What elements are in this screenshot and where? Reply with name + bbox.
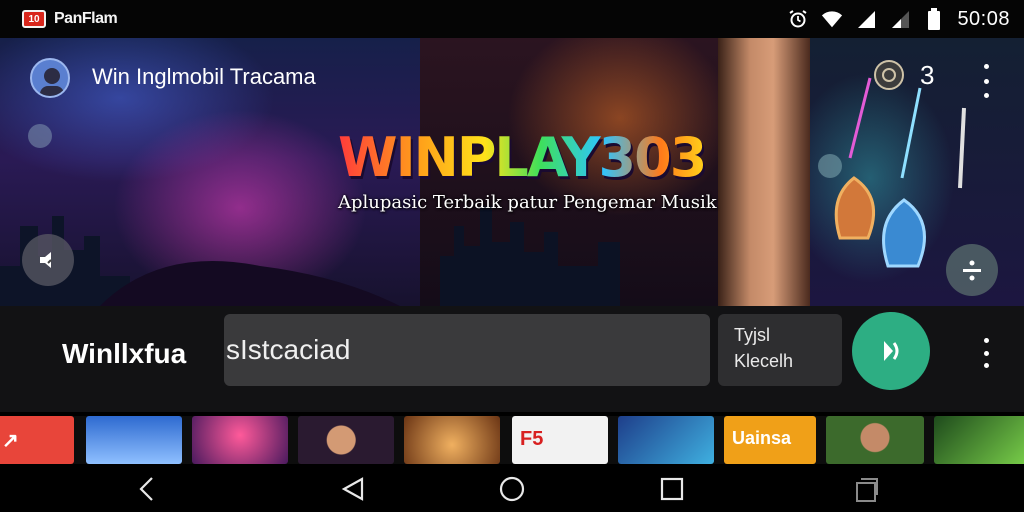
search-input[interactable]: sIstcaciad [224, 314, 710, 386]
back-chevron-icon[interactable] [132, 474, 162, 504]
wifi-icon [821, 8, 843, 30]
thumbnail[interactable]: Uainsa [724, 416, 816, 464]
app-badge-icon: 10 [22, 10, 46, 28]
brand-logo: WINPLAY303 [338, 126, 707, 189]
section-label: Winllxfua [62, 338, 187, 369]
status-time: 50:08 [957, 7, 1010, 30]
signal-weak-icon [889, 8, 911, 30]
thumbnail-label: ↗ [2, 430, 19, 452]
equalizer-button[interactable] [946, 244, 998, 296]
overview-square-icon[interactable] [657, 474, 687, 504]
thumbnail[interactable] [618, 416, 714, 464]
info-card[interactable]: Tyjsl Klecelh [718, 314, 842, 386]
recents-stack-icon[interactable] [852, 474, 882, 504]
play-button[interactable] [852, 312, 930, 390]
thumbnail[interactable] [86, 416, 182, 464]
info-card-line1: Tyjsl [734, 325, 770, 345]
thumbnail[interactable] [934, 416, 1024, 464]
coin-count: 3 [920, 60, 935, 90]
music-note-icon [28, 124, 52, 148]
more-vert-icon[interactable] [976, 64, 996, 98]
thumbnail-label: Uainsa [732, 428, 792, 448]
status-app-name: PanFlam [54, 10, 118, 27]
thumbnail[interactable] [298, 416, 394, 464]
avatar[interactable] [30, 58, 70, 98]
thumbnail[interactable] [192, 416, 288, 464]
thumbnail-label: F5 [520, 428, 544, 450]
coin-icon[interactable] [874, 60, 904, 90]
thumbnail[interactable] [404, 416, 500, 464]
speaker-icon [40, 252, 52, 268]
search-row: Winllxfua sIstcaciad Tyjsl Klecelh [0, 306, 1024, 412]
music-note-icon [818, 154, 842, 178]
thumbnail[interactable]: F5 [512, 416, 608, 464]
status-bar: 10 PanFlam 50:08 [0, 0, 1024, 38]
search-input-value: sIstcaciad [226, 334, 351, 365]
sound-toggle-button[interactable] [22, 234, 74, 286]
hero-tagline: Aplupasic Terbaik patur Pengemar Musik [338, 192, 717, 213]
info-card-line2: Klecelh [734, 351, 794, 371]
signal-icon [855, 8, 877, 30]
play-icon [884, 341, 899, 361]
more-vert-icon[interactable] [976, 338, 996, 368]
home-circle-icon[interactable] [497, 474, 527, 504]
navigation-bar [0, 464, 1024, 512]
hero-title: Win Inglmobil Tracama [92, 64, 316, 89]
back-triangle-icon[interactable] [338, 474, 368, 504]
alarm-icon [787, 8, 809, 30]
thumbnail[interactable]: ↗ [0, 416, 74, 464]
hero-banner[interactable]: Win Inglmobil Tracama 3 WINPLAY303 Aplup… [0, 38, 1024, 306]
thumbnail[interactable] [826, 416, 924, 464]
divide-icon [963, 260, 981, 281]
thumbnail-strip: ↗ F5 Uainsa [0, 416, 1024, 464]
battery-icon [923, 8, 945, 30]
